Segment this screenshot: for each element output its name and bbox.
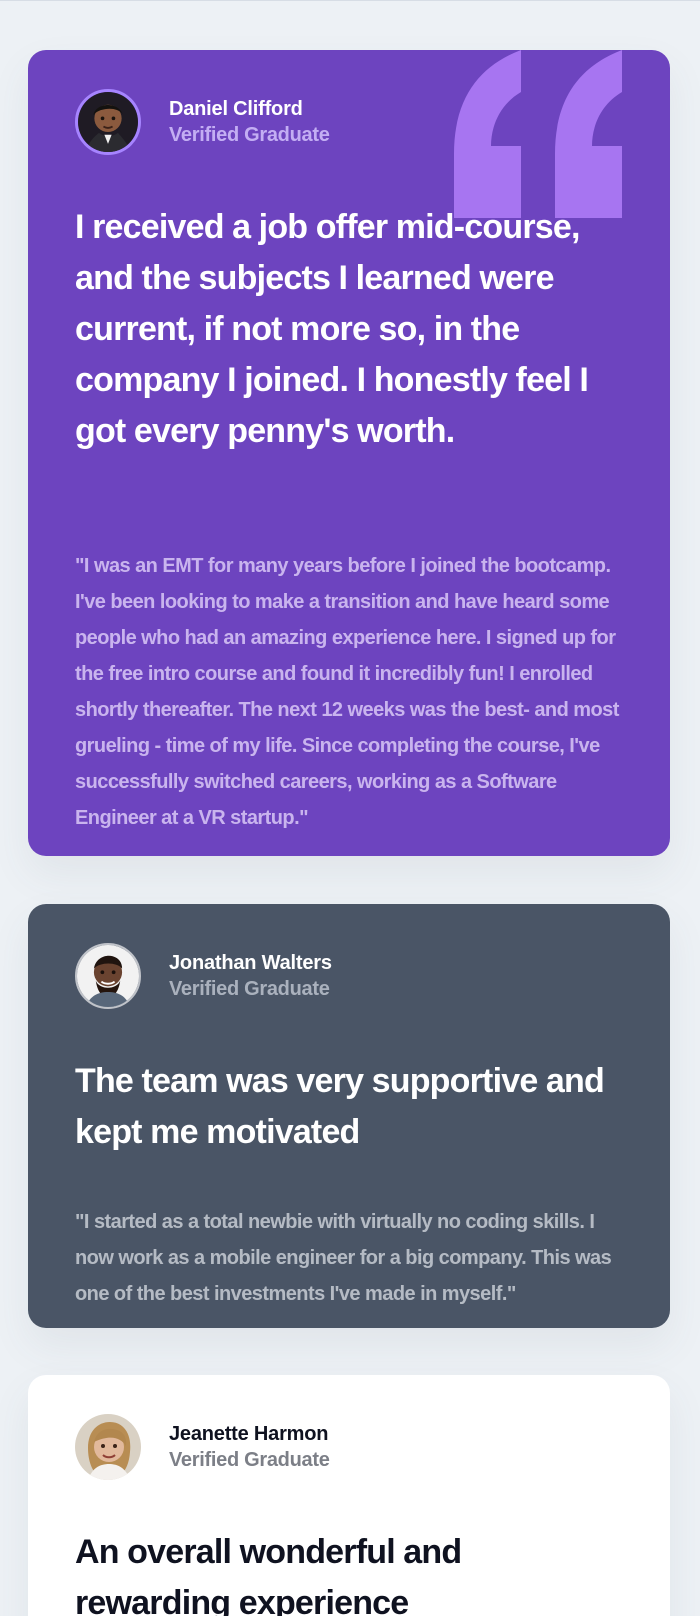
page-top-border — [0, 0, 700, 1]
testimonial-header: Jeanette Harmon Verified Graduate — [75, 1412, 623, 1482]
person-info: Jonathan Walters Verified Graduate — [169, 950, 332, 1002]
person-name: Jeanette Harmon — [169, 1423, 329, 1445]
person-name: Daniel Clifford — [169, 98, 303, 120]
verification-status: Verified Graduate — [169, 1449, 330, 1471]
person-name: Jonathan Walters — [169, 952, 332, 974]
person-info: Daniel Clifford Verified Graduate — [169, 96, 330, 148]
verification-status: Verified Graduate — [169, 124, 330, 146]
person-info: Jeanette Harmon Verified Graduate — [169, 1421, 330, 1473]
avatar — [75, 943, 141, 1009]
testimonial-quote: "I started as a total newbie with virtua… — [75, 1211, 612, 1305]
jeanette-avatar-image — [75, 1414, 141, 1480]
testimonial-headline: I received a job offer mid-course, and t… — [75, 208, 589, 450]
testimonial-card-jonathan: Jonathan Walters Verified Graduate The t… — [28, 904, 670, 1328]
testimonial-headline: An overall wonderful and rewarding exper… — [75, 1533, 462, 1616]
testimonial-quote: "I was an EMT for many years before I jo… — [75, 555, 619, 829]
avatar — [75, 89, 141, 155]
verification-status: Verified Graduate — [169, 978, 330, 1000]
jonathan-avatar-image — [77, 945, 139, 1007]
testimonial-card-daniel: Daniel Clifford Verified Graduate I rece… — [28, 50, 670, 856]
testimonial-card-jeanette: Jeanette Harmon Verified Graduate An ove… — [28, 1375, 670, 1616]
testimonials-page: Daniel Clifford Verified Graduate I rece… — [0, 0, 700, 1616]
testimonial-headline: The team was very supportive and kept me… — [75, 1062, 605, 1151]
testimonial-header: Daniel Clifford Verified Graduate — [75, 87, 623, 157]
daniel-avatar-image — [78, 92, 138, 152]
avatar — [75, 1414, 141, 1480]
testimonial-header: Jonathan Walters Verified Graduate — [75, 941, 623, 1011]
